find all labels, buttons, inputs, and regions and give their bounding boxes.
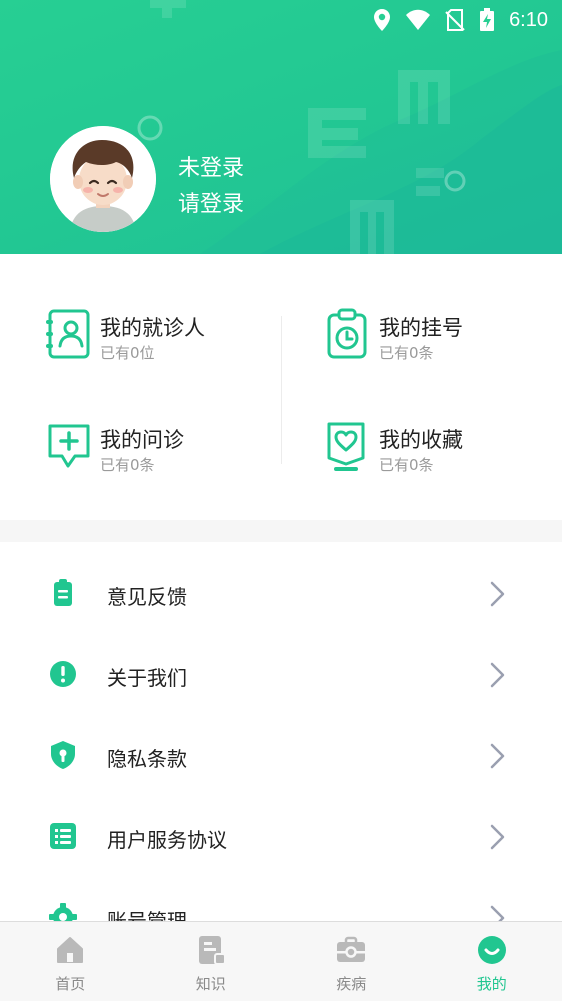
tab-home[interactable]: 首页 xyxy=(0,922,141,1001)
my-favorites-title: 我的收藏 xyxy=(379,424,463,454)
my-consultations-item[interactable]: 我的问诊 已有0条 xyxy=(46,420,296,480)
status-bar: 6:10 xyxy=(0,0,562,40)
my-consultations-count: 已有0条 xyxy=(100,454,155,475)
section-separator xyxy=(0,520,562,542)
patient-card-icon xyxy=(46,308,92,360)
my-consultations-title: 我的问诊 xyxy=(100,424,184,454)
login-button[interactable]: 请登录 xyxy=(178,186,244,218)
chevron-right-icon xyxy=(486,742,508,770)
chevron-right-icon xyxy=(486,661,508,689)
my-registrations-item[interactable]: 我的挂号 已有0条 xyxy=(325,308,562,368)
avatar-illustration xyxy=(50,126,156,232)
settings-icon xyxy=(48,902,78,922)
menu-item-label: 隐私条款 xyxy=(107,743,187,772)
info-icon xyxy=(48,659,78,689)
status-time: 6:10 xyxy=(509,9,548,32)
menu-item-agreement[interactable]: 用户服务协议 xyxy=(0,785,562,865)
login-status: 未登录 xyxy=(178,150,244,182)
my-registrations-count: 已有0条 xyxy=(379,342,434,363)
feedback-icon xyxy=(48,578,78,608)
settings-menu: 意见反馈 关于我们 隐私条款 xyxy=(0,542,562,922)
tab-label: 疾病 xyxy=(281,973,422,994)
profile-header: 6:10 未登录 请登录 xyxy=(0,0,562,254)
disease-icon xyxy=(335,934,367,966)
menu-item-label: 账号管理 xyxy=(107,905,187,922)
my-favorites-item[interactable]: 我的收藏 已有0条 xyxy=(325,420,562,480)
menu-item-account[interactable]: 账号管理 xyxy=(0,866,562,922)
my-favorites-count: 已有0条 xyxy=(379,454,434,475)
bottom-tab-bar: 首页 知识 疾病 我的 xyxy=(0,921,562,1001)
menu-item-label: 意见反馈 xyxy=(107,581,187,610)
home-icon xyxy=(54,934,86,966)
tab-knowledge[interactable]: 知识 xyxy=(141,922,282,1001)
my-patients-item[interactable]: 我的就诊人 已有0位 xyxy=(46,308,296,368)
tab-disease[interactable]: 疾病 xyxy=(281,922,422,1001)
chevron-right-icon xyxy=(486,823,508,851)
tab-profile[interactable]: 我的 xyxy=(422,922,562,1001)
location-icon xyxy=(373,8,391,32)
chevron-right-icon xyxy=(486,580,508,608)
chevron-right-icon xyxy=(486,904,508,922)
clipboard-clock-icon xyxy=(325,308,371,360)
tab-label: 我的 xyxy=(422,973,562,994)
my-registrations-title: 我的挂号 xyxy=(379,312,463,342)
knowledge-icon xyxy=(195,934,227,966)
avatar[interactable] xyxy=(50,126,156,232)
tab-label: 知识 xyxy=(141,973,282,994)
menu-item-privacy[interactable]: 隐私条款 xyxy=(0,704,562,784)
heart-bookmark-icon xyxy=(325,420,371,472)
wifi-icon xyxy=(405,9,431,31)
chat-plus-icon xyxy=(46,420,92,472)
privacy-shield-icon xyxy=(48,740,78,770)
quick-actions: 我的就诊人 已有0位 我的挂号 已有0条 我的问诊 已有0条 我的收藏 已有0条 xyxy=(0,254,562,520)
menu-item-about[interactable]: 关于我们 xyxy=(0,623,562,703)
menu-item-feedback[interactable]: 意见反馈 xyxy=(0,542,562,622)
menu-item-label: 用户服务协议 xyxy=(107,824,227,853)
menu-item-label: 关于我们 xyxy=(107,662,187,691)
agreement-icon xyxy=(48,821,78,851)
no-sim-icon xyxy=(445,9,465,31)
profile-icon xyxy=(476,934,508,966)
my-patients-count: 已有0位 xyxy=(100,342,155,363)
tab-label: 首页 xyxy=(0,973,141,994)
my-patients-title: 我的就诊人 xyxy=(100,312,205,342)
battery-charging-icon xyxy=(479,8,495,32)
